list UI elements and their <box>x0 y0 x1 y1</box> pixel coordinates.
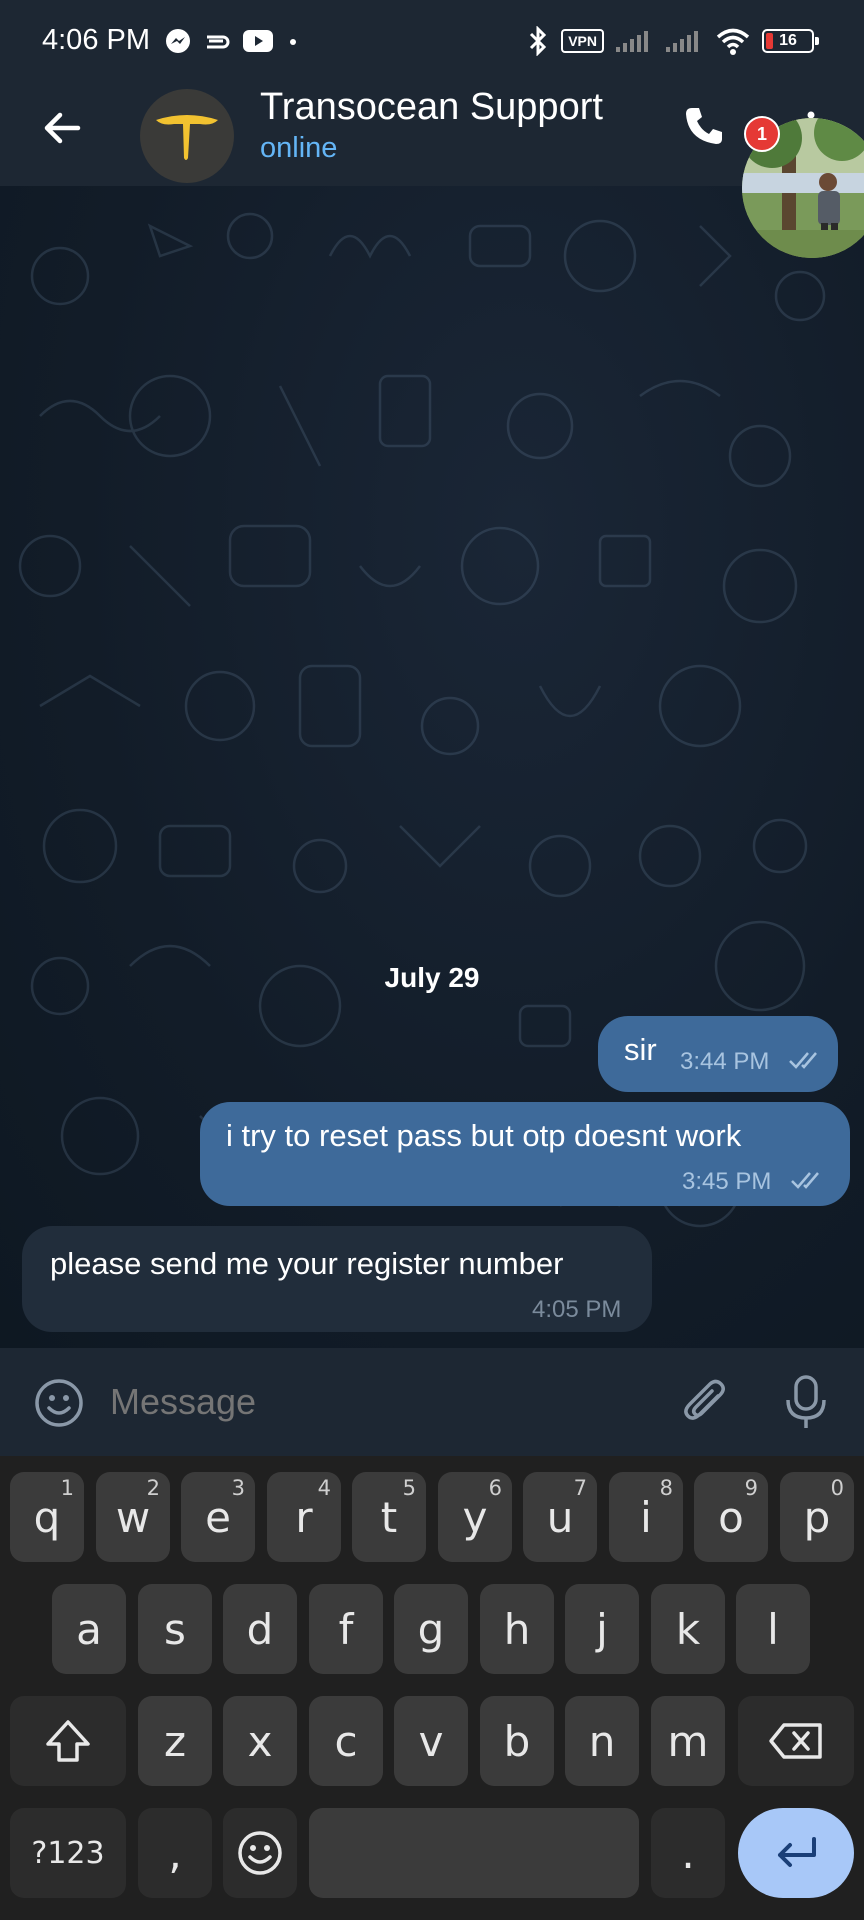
status-bar: 4:06 PM VPN 16 <box>0 0 864 80</box>
chat-status: online <box>260 132 338 164</box>
key-x[interactable]: x <box>223 1696 297 1786</box>
key-l[interactable]: l <box>736 1584 810 1674</box>
date-separator: July 29 <box>384 962 480 993</box>
enter-icon <box>778 1837 816 1867</box>
symbols-key[interactable]: ?123 <box>10 1808 126 1898</box>
avatar[interactable] <box>140 89 234 183</box>
shift-key[interactable] <box>10 1696 126 1786</box>
key-b[interactable]: b <box>480 1696 554 1786</box>
emoji-icon[interactable] <box>34 1378 84 1428</box>
message-input-bar <box>0 1348 864 1456</box>
period-key[interactable]: . <box>651 1808 725 1898</box>
key-r[interactable]: r4 <box>267 1472 341 1562</box>
bluetooth-icon <box>530 26 547 56</box>
message-time: 3:44 PM <box>680 1048 770 1075</box>
signal-icon <box>616 31 648 52</box>
vpn-icon: VPN <box>561 29 604 53</box>
message-time: 3:45 PM <box>682 1168 772 1195</box>
battery-icon: 16 <box>762 29 819 53</box>
status-time: 4:06 PM <box>42 24 150 56</box>
enter-key[interactable] <box>738 1808 854 1898</box>
key-o[interactable]: o9 <box>694 1472 768 1562</box>
chat-title[interactable]: Transocean Support <box>260 86 603 129</box>
key-e[interactable]: e3 <box>181 1472 255 1562</box>
comma-key[interactable]: , <box>138 1808 212 1898</box>
key-u[interactable]: u7 <box>523 1472 597 1562</box>
cloud-sync-icon <box>207 35 230 49</box>
notification-badge: 1 <box>744 116 780 152</box>
key-j[interactable]: j <box>565 1584 639 1674</box>
key-p[interactable]: p0 <box>780 1472 854 1562</box>
mic-icon[interactable] <box>784 1374 828 1430</box>
key-a[interactable]: a <box>52 1584 126 1674</box>
backspace-key[interactable] <box>738 1696 854 1786</box>
message-text: i try to reset pass but otp doesnt work <box>226 1118 742 1153</box>
key-g[interactable]: g <box>394 1584 468 1674</box>
status-icons-left <box>165 26 301 56</box>
key-d[interactable]: d <box>223 1584 297 1674</box>
backspace-icon <box>769 1723 822 1759</box>
key-f[interactable]: f <box>309 1584 383 1674</box>
phone-icon[interactable] <box>680 102 728 150</box>
chat-area[interactable]: July 29 sir 3:44 PM i try to reset pass … <box>0 186 864 1348</box>
key-t[interactable]: t5 <box>352 1472 426 1562</box>
messenger-icon <box>166 29 190 53</box>
wifi-icon <box>716 28 750 55</box>
emoji-icon <box>238 1831 282 1875</box>
back-arrow-icon[interactable] <box>38 104 86 152</box>
key-k[interactable]: k <box>651 1584 725 1674</box>
signal-icon-2 <box>666 31 698 52</box>
message-input[interactable] <box>110 1378 650 1426</box>
read-ticks-icon <box>789 1052 817 1069</box>
key-i[interactable]: i8 <box>609 1472 683 1562</box>
keyboard: q1 w2 e3 r4 t5 y6 u7 i8 o9 p0 a s d f g … <box>0 1456 864 1920</box>
key-h[interactable]: h <box>480 1584 554 1674</box>
shift-icon <box>46 1720 90 1762</box>
youtube-icon <box>243 30 273 52</box>
paperclip-icon[interactable] <box>680 1376 730 1430</box>
incoming-message[interactable]: please send me your register number 4:05… <box>22 1226 652 1332</box>
space-key[interactable] <box>309 1808 639 1898</box>
message-text: please send me your register number <box>50 1246 564 1281</box>
key-z[interactable]: z <box>138 1696 212 1786</box>
read-ticks-icon <box>791 1172 819 1189</box>
chat-header: Transocean Support online 1 <box>0 80 864 186</box>
message-text: sir <box>624 1032 657 1067</box>
key-s[interactable]: s <box>138 1584 212 1674</box>
emoji-key[interactable] <box>223 1808 297 1898</box>
key-w[interactable]: w2 <box>96 1472 170 1562</box>
key-q[interactable]: q1 <box>10 1472 84 1562</box>
outgoing-message[interactable]: sir 3:44 PM <box>598 1016 838 1092</box>
key-m[interactable]: m <box>651 1696 725 1786</box>
status-icons-right: VPN 16 <box>527 24 819 58</box>
outgoing-message[interactable]: i try to reset pass but otp doesnt work … <box>200 1102 850 1206</box>
message-time: 4:05 PM <box>532 1296 622 1323</box>
dot-icon <box>290 39 296 45</box>
key-v[interactable]: v <box>394 1696 468 1786</box>
key-c[interactable]: c <box>309 1696 383 1786</box>
key-n[interactable]: n <box>565 1696 639 1786</box>
key-y[interactable]: y6 <box>438 1472 512 1562</box>
transocean-logo <box>156 115 218 160</box>
